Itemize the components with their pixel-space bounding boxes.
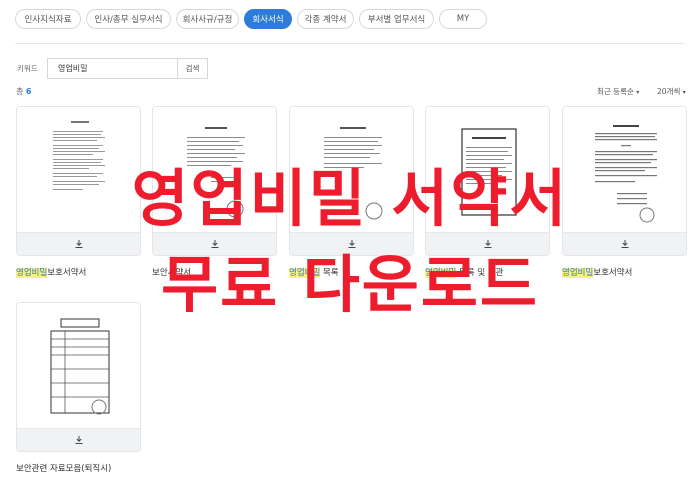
tab-hr-knowledge[interactable]: 인사지식자료 xyxy=(15,9,81,29)
promo-overlay-title: 영업비밀 서약서 xyxy=(131,162,569,235)
keyword-input[interactable] xyxy=(47,58,177,79)
divider xyxy=(15,43,685,44)
download-icon xyxy=(75,436,82,444)
keyword-label: 키워드 xyxy=(17,64,38,73)
title-text: 보안관련 자료모음(퇴직시) xyxy=(16,464,112,474)
card-title[interactable]: 보안관련 자료모음(퇴직시) xyxy=(16,462,111,474)
download-button[interactable] xyxy=(17,428,140,451)
sort-select[interactable]: 최근 등록순 ▾ xyxy=(597,86,639,97)
search-button[interactable]: 검색 xyxy=(177,58,208,79)
promo-overlay-subtitle: 무료 다운로드 xyxy=(161,248,539,321)
chevron-down-icon: ▾ xyxy=(682,89,686,96)
result-total: 총 6 xyxy=(16,86,32,97)
total-label: 총 xyxy=(16,87,24,96)
tab-company-rules[interactable]: 회사사규/규정 xyxy=(176,9,239,29)
category-tabs: 인사지식자료 인사/총무 실무서식 회사사규/규정 회사서식 각종 계약서 부서… xyxy=(15,9,487,29)
document-card[interactable] xyxy=(16,302,141,452)
tab-my[interactable]: MY xyxy=(439,9,487,29)
per-page-label: 20개씩 xyxy=(657,87,681,96)
sort-label: 최근 등록순 xyxy=(597,87,634,96)
per-page-select[interactable]: 20개씩 ▾ xyxy=(657,86,686,97)
chevron-down-icon: ▾ xyxy=(636,89,640,96)
tab-department-forms[interactable]: 부서별 업무서식 xyxy=(359,9,434,29)
tab-hr-practice-forms[interactable]: 인사/총무 실무서식 xyxy=(86,9,171,29)
tab-contracts[interactable]: 각종 계약서 xyxy=(297,9,354,29)
document-preview-image xyxy=(45,311,115,423)
tab-company-forms[interactable]: 회사서식 xyxy=(244,9,292,29)
total-count: 6 xyxy=(25,87,32,96)
